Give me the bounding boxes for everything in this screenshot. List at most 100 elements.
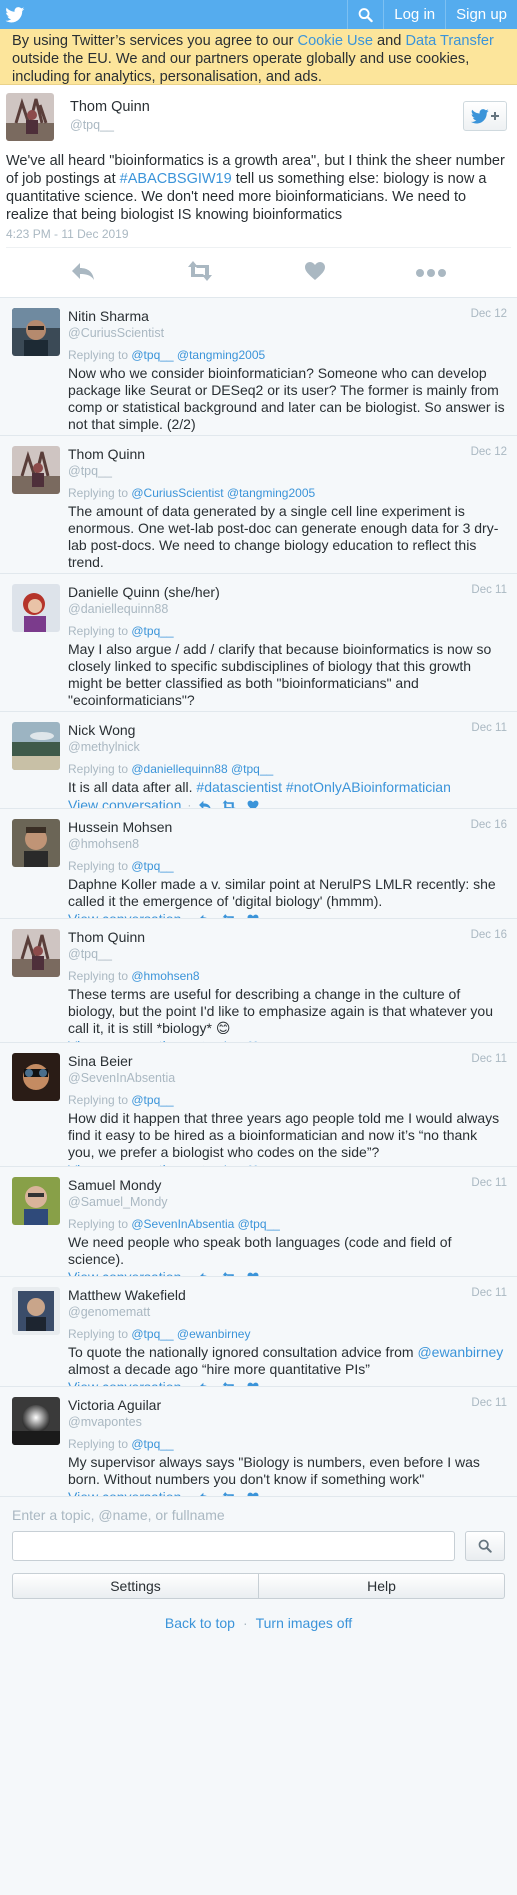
reply-tweet[interactable]: Thom Quinn @tpq__ Replying to @hmohsen8 The… [0, 919, 517, 1043]
reply-fullname[interactable]: Matthew Wakefield [68, 1287, 507, 1303]
avatar[interactable] [6, 93, 54, 141]
view-conversation-link[interactable]: View conversation [68, 1269, 181, 1276]
reply-fullname[interactable]: Danielle Quinn (she/her) [68, 584, 507, 600]
reply-date[interactable]: Dec 11 [471, 584, 507, 596]
view-conversation-link[interactable]: View conversation [68, 1489, 181, 1496]
main-fullname[interactable]: Thom Quinn [70, 99, 150, 115]
avatar[interactable] [12, 1053, 60, 1101]
reply-date[interactable]: Dec 12 [471, 308, 507, 320]
search-icon[interactable] [347, 0, 383, 29]
reply-date[interactable]: Dec 11 [471, 1053, 507, 1065]
reply-username[interactable]: @hmohsen8 [68, 837, 507, 851]
view-conversation-link[interactable]: View conversation [68, 1379, 181, 1386]
view-conversation-link[interactable]: View conversation [68, 911, 181, 918]
reply-fullname[interactable]: Nitin Sharma [68, 308, 507, 324]
reply-username[interactable]: @SevenInAbsentia [68, 1071, 507, 1085]
follow-button[interactable] [463, 101, 507, 131]
replying-to-link[interactable]: @CuriusScientist @tangming2005 [131, 486, 315, 500]
reply-tweet[interactable]: Hussein Mohsen @hmohsen8 Replying to @tpq_… [0, 809, 517, 919]
replying-to-link[interactable]: @tpq__ @ewanbirney [131, 1327, 250, 1341]
reply-username[interactable]: @Samuel_Mondy [68, 1195, 507, 1209]
reply-username[interactable]: @mvapontes [68, 1415, 507, 1429]
avatar[interactable] [12, 929, 60, 977]
avatar[interactable] [12, 446, 60, 494]
reply-fullname[interactable]: Samuel Mondy [68, 1177, 507, 1193]
back-to-top-link[interactable]: Back to top [165, 1615, 235, 1631]
login-link[interactable]: Log in [383, 0, 445, 29]
avatar[interactable] [12, 308, 60, 356]
replying-to-link[interactable]: @daniellequinn88 @tpq__ [131, 762, 273, 776]
reply-date[interactable]: Dec 16 [471, 929, 507, 941]
replying-to-link[interactable]: @tpq__ @tangming2005 [131, 348, 265, 362]
retweet-icon[interactable] [185, 261, 215, 284]
main-username[interactable]: @tpq__ [70, 118, 150, 132]
reply-username[interactable]: @genomematt [68, 1305, 507, 1319]
hashtag-link[interactable]: #ABACBSGIW19 [120, 171, 232, 187]
reply-fullname[interactable]: Thom Quinn [68, 446, 507, 462]
heart-icon[interactable] [245, 798, 261, 808]
replying-to-link[interactable]: @tpq__ [131, 624, 173, 638]
search-button[interactable] [465, 1531, 505, 1561]
twitter-bird-icon[interactable] [0, 0, 30, 29]
reply-icon[interactable] [197, 798, 213, 808]
reply-fullname[interactable]: Hussein Mohsen [68, 819, 507, 835]
reply-icon[interactable] [197, 1270, 213, 1276]
reply-fullname[interactable]: Nick Wong [68, 722, 507, 738]
heart-icon[interactable] [245, 912, 261, 918]
retweet-icon[interactable] [221, 1490, 237, 1496]
reply-tweet[interactable]: Danielle Quinn (she/her) @daniellequinn88… [0, 574, 517, 712]
replying-to-link[interactable]: @tpq__ [131, 1437, 173, 1451]
reply-username[interactable]: @tpq__ [68, 464, 507, 478]
reply-fullname[interactable]: Thom Quinn [68, 929, 507, 945]
reply-tweet[interactable]: Matthew Wakefield @genomematt Replying to … [0, 1277, 517, 1387]
signup-link[interactable]: Sign up [445, 0, 517, 29]
avatar[interactable] [12, 722, 60, 770]
retweet-icon[interactable] [221, 1380, 237, 1386]
reply-tweet[interactable]: Victoria Aguilar @mvapontes Replying to @t… [0, 1387, 517, 1497]
more-icon[interactable] [415, 265, 447, 281]
heart-icon[interactable] [245, 1270, 261, 1276]
reply-tweet[interactable]: Sina Beier @SevenInAbsentia Replying to @t… [0, 1043, 517, 1167]
retweet-icon[interactable] [221, 1270, 237, 1276]
reply-tweet[interactable]: Samuel Mondy @Samuel_Mondy Replying to @Se… [0, 1167, 517, 1277]
reply-username[interactable]: @tpq__ [68, 947, 507, 961]
heart-icon[interactable] [245, 1380, 261, 1386]
reply-tweet[interactable]: Thom Quinn @tpq__ Replying to @CuriusScien… [0, 436, 517, 574]
replying-to-link[interactable]: @tpq__ [131, 1093, 173, 1107]
search-input[interactable] [12, 1531, 456, 1561]
avatar[interactable] [12, 1287, 60, 1335]
retweet-icon[interactable] [221, 912, 237, 918]
avatar[interactable] [12, 584, 60, 632]
help-button[interactable]: Help [259, 1573, 505, 1599]
avatar[interactable] [12, 1397, 60, 1445]
reply-tweet[interactable]: Nick Wong @methylnick Replying to @daniell… [0, 712, 517, 809]
reply-date[interactable]: Dec 11 [471, 722, 507, 734]
data-transfer-link[interactable]: Data Transfer [405, 33, 493, 49]
replying-to-link[interactable]: @hmohsen8 [131, 969, 199, 983]
avatar[interactable] [12, 819, 60, 867]
tweet-timestamp[interactable]: 4:23 PM - 11 Dec 2019 [6, 227, 511, 241]
retweet-icon[interactable] [221, 798, 237, 808]
reply-icon[interactable] [70, 261, 96, 284]
replying-to-link[interactable]: @SevenInAbsentia @tpq__ [131, 1217, 279, 1231]
reply-date[interactable]: Dec 11 [471, 1287, 507, 1299]
reply-date[interactable]: Dec 12 [471, 446, 507, 458]
settings-button[interactable]: Settings [12, 1573, 259, 1599]
reply-fullname[interactable]: Sina Beier [68, 1053, 507, 1069]
reply-icon[interactable] [197, 912, 213, 918]
heart-icon[interactable] [304, 261, 326, 284]
reply-date[interactable]: Dec 16 [471, 819, 507, 831]
cookie-use-link[interactable]: Cookie Use [298, 33, 373, 49]
mention-link[interactable]: @ewanbirney [417, 1344, 503, 1360]
reply-date[interactable]: Dec 11 [471, 1397, 507, 1409]
turn-images-off-link[interactable]: Turn images off [256, 1615, 353, 1631]
view-conversation-link[interactable]: View conversation [68, 797, 181, 808]
reply-tweet[interactable]: Nitin Sharma @CuriusScientist Replying to … [0, 298, 517, 436]
heart-icon[interactable] [245, 1490, 261, 1496]
reply-fullname[interactable]: Victoria Aguilar [68, 1397, 507, 1413]
reply-icon[interactable] [197, 1380, 213, 1386]
reply-username[interactable]: @daniellequinn88 [68, 602, 507, 616]
reply-username[interactable]: @CuriusScientist [68, 326, 507, 340]
hashtag-link[interactable]: #datascientist #notOnlyABioinformatician [196, 779, 450, 795]
reply-date[interactable]: Dec 11 [471, 1177, 507, 1189]
